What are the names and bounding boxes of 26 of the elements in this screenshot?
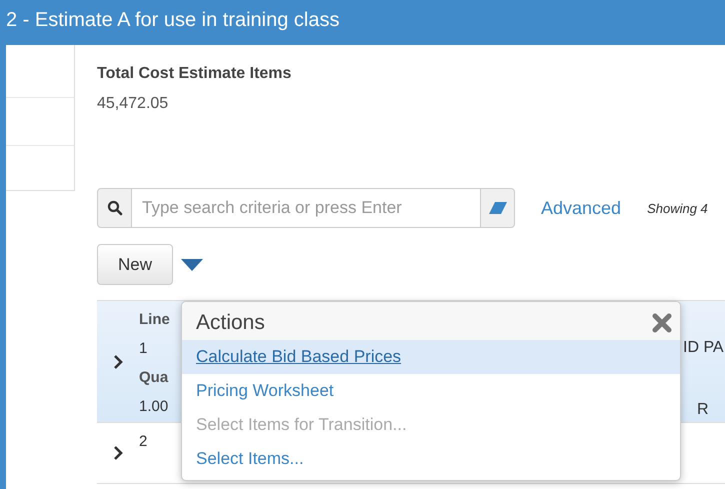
chevron-icon[interactable]: [113, 354, 123, 368]
menu-item[interactable]: Calculate Bid Based Prices: [182, 340, 680, 374]
menu-item[interactable]: Pricing Worksheet: [182, 374, 680, 408]
menu-item[interactable]: Select Items...: [182, 442, 680, 476]
showing-count: Showing 4: [647, 200, 708, 216]
search-button[interactable]: [97, 188, 132, 228]
quantity-label: Qua: [139, 369, 170, 386]
summary-label: Total Cost Estimate Items: [97, 65, 292, 83]
advanced-link[interactable]: Advanced: [541, 198, 622, 218]
caret-icon[interactable]: [181, 258, 203, 270]
table-cell: ID PA: [683, 339, 724, 357]
summary-value: 45,472.05: [97, 95, 170, 113]
menu-title: Actions: [196, 311, 265, 335]
search-icon: [106, 200, 122, 216]
eraser-icon: [488, 202, 506, 214]
window-title: 2 - Estimate A for use in training class: [0, 0, 725, 45]
line-label: Line: [139, 311, 170, 328]
chevron-icon[interactable]: [113, 446, 123, 460]
line-number: 2: [139, 433, 148, 450]
new-button[interactable]: New: [97, 244, 173, 285]
search-field[interactable]: Type search criteria or press Enter: [132, 188, 480, 228]
line-number: 1: [139, 340, 148, 357]
clear-button[interactable]: [480, 188, 515, 228]
quantity-value: 1.00: [139, 398, 170, 415]
close-icon[interactable]: [652, 313, 672, 333]
table-cell: R: [697, 401, 709, 419]
